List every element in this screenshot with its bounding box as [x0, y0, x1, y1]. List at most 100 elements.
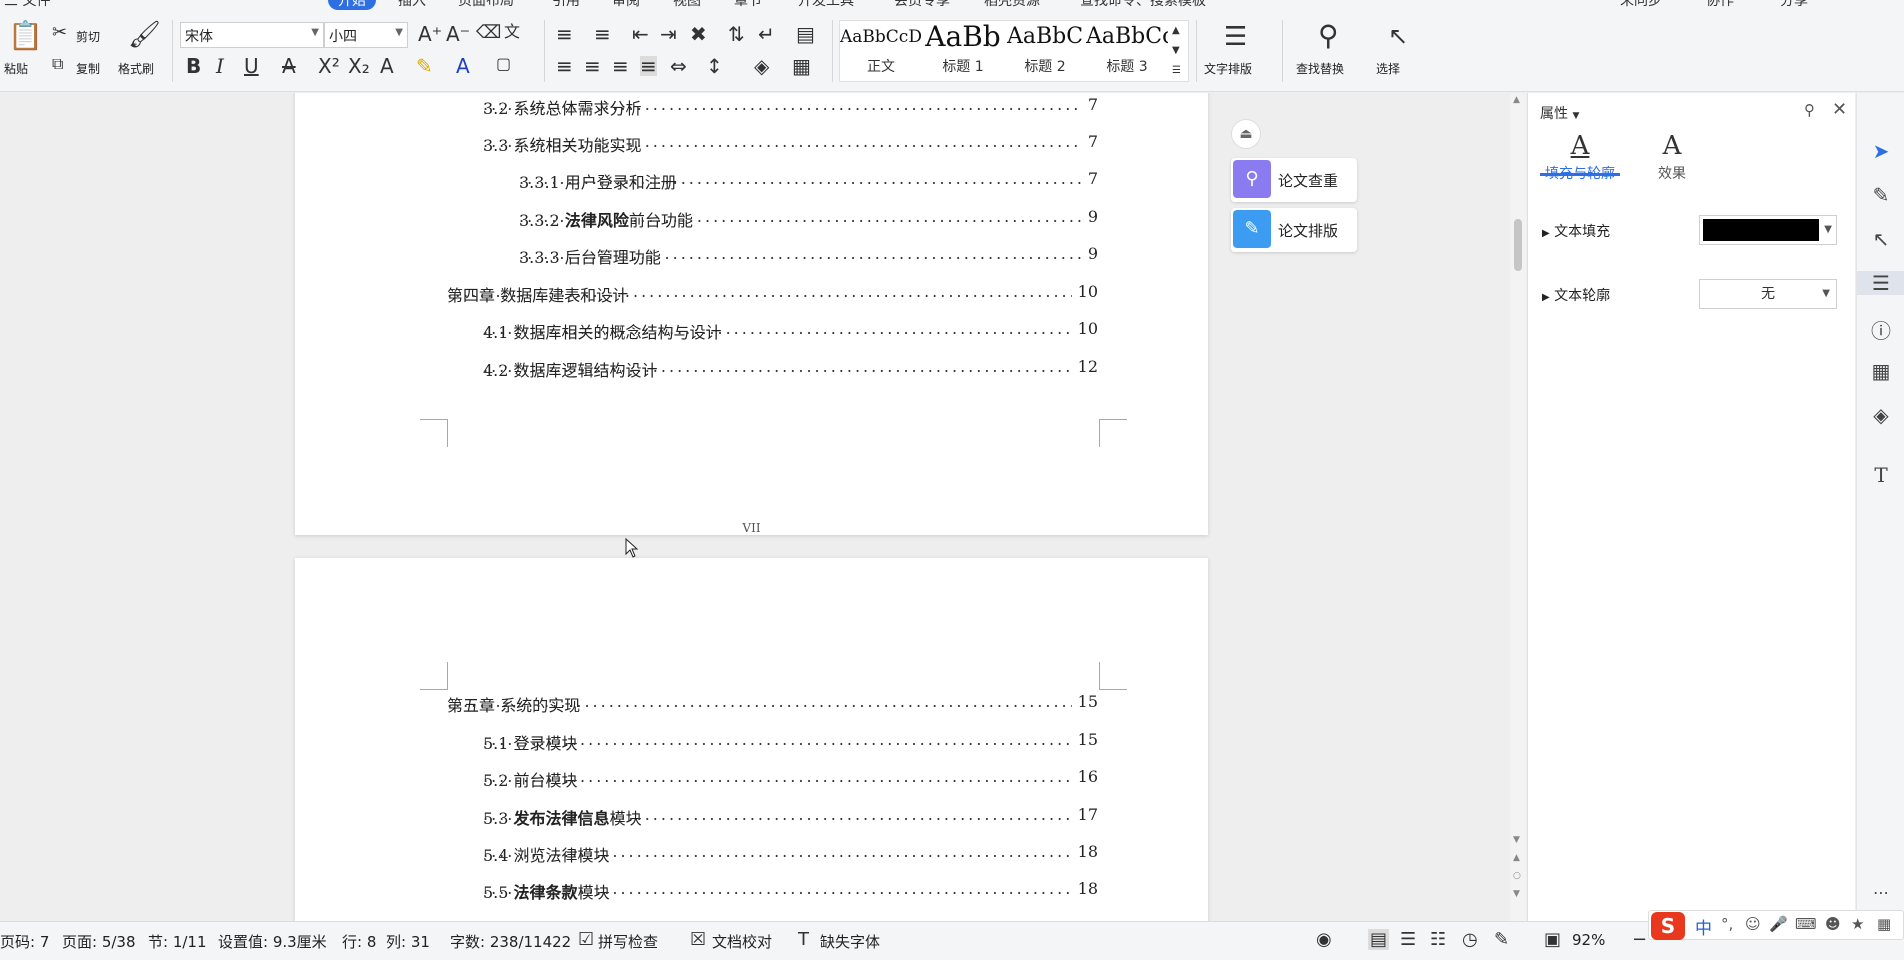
web-view-icon[interactable]: ◷ — [1462, 929, 1478, 950]
pen-icon[interactable]: ✎ — [1857, 183, 1904, 207]
copy-button[interactable]: 复制 — [76, 60, 100, 77]
select-cursor-icon[interactable]: ↖ — [1857, 227, 1904, 251]
paste-button[interactable]: 粘贴 — [4, 60, 28, 77]
more-icon[interactable]: ⋯ — [1857, 883, 1904, 902]
doc-proofread-button[interactable]: 文档校对 — [712, 931, 772, 952]
section-count[interactable]: 节: 1/11 — [148, 931, 207, 952]
pin-icon[interactable]: ⚲ — [1804, 101, 1815, 119]
copy-icon[interactable]: ⧉ — [52, 56, 63, 72]
shading-icon[interactable]: ◈ — [754, 56, 769, 76]
font-family-select[interactable]: 宋体 ▼ — [180, 22, 324, 48]
outline-view-icon[interactable]: ☰ — [1400, 929, 1416, 950]
underline-icon[interactable]: U — [244, 56, 259, 76]
column-number[interactable]: 列: 31 — [386, 931, 430, 952]
distribute-icon[interactable]: ⇔ — [670, 56, 687, 76]
toc-entry[interactable]: 5.1 登录模块 ...............................… — [295, 730, 1208, 754]
chinese-layout-icon[interactable]: ✖ — [690, 24, 707, 44]
user-icon[interactable]: ☻ — [1825, 915, 1841, 933]
toolbox-icon[interactable]: ▦ — [1877, 915, 1891, 933]
skin-icon[interactable]: ★ — [1851, 915, 1864, 933]
page-code[interactable]: 页码: 7 — [0, 931, 49, 952]
toc-entry[interactable]: 5.2 前台模块 ...............................… — [295, 767, 1208, 791]
superscript-icon[interactable]: X² — [318, 56, 340, 76]
read-mode-icon[interactable]: ☷ — [1430, 929, 1446, 950]
sync-status[interactable]: 未同步 — [1620, 0, 1662, 10]
zoom-level[interactable]: 92% — [1572, 931, 1605, 949]
collaborate-button[interactable]: 协作 — [1706, 0, 1734, 10]
format-painter-icon[interactable]: 🖌 — [128, 22, 161, 48]
tab-member[interactable]: 会员专享 — [894, 0, 950, 10]
toc-entry[interactable]: 3.2 系统总体需求分析 ...........................… — [295, 95, 1208, 119]
rocket-icon[interactable]: ➤ — [1857, 139, 1904, 163]
thesis-format-button[interactable]: ✎ 论文排版 — [1231, 208, 1357, 252]
toc-entry[interactable]: 3.3.2 法律风险前台功能 .........................… — [295, 207, 1208, 231]
align-left-icon[interactable]: ≡ — [556, 56, 573, 76]
tab-view[interactable]: 视图 — [673, 0, 701, 10]
vertical-scrollbar[interactable]: ▲ ▼ ▲ ○ ▼ — [1510, 93, 1526, 921]
help-icon[interactable]: ⓘ — [1857, 315, 1904, 344]
tab-developer[interactable]: 开发工具 — [798, 0, 854, 10]
strikethrough-icon[interactable]: A — [282, 56, 296, 76]
share-button[interactable]: 分享 — [1780, 0, 1808, 10]
tab-docer[interactable]: 稻壳资源 — [984, 0, 1040, 10]
fit-page-icon[interactable]: ▣ — [1544, 929, 1561, 950]
row-number[interactable]: 行: 8 — [342, 931, 376, 952]
bold-icon[interactable]: B — [186, 56, 201, 76]
borders-icon[interactable]: ▦ — [792, 56, 811, 76]
decrease-indent-icon[interactable]: ⇤ — [632, 24, 649, 44]
write-mode-icon[interactable]: ✎ — [1494, 929, 1509, 950]
input-method-bar[interactable]: S 中 °, ☺ 🎤 ⌨ ☻ ★ ▦ — [1648, 910, 1904, 940]
text-fill-row[interactable]: ▶ 文本填充 — [1542, 221, 1610, 241]
paste-icon[interactable]: 📋 — [8, 22, 43, 50]
document-page[interactable]: 3.2 系统总体需求分析 ...........................… — [295, 93, 1208, 535]
emoji-icon[interactable]: ☺ — [1745, 915, 1761, 933]
properties-sliders-icon[interactable]: ☰ — [1857, 271, 1904, 295]
next-page-icon[interactable]: ▼ — [1513, 889, 1520, 899]
page-count[interactable]: 页面: 5/38 — [62, 931, 136, 952]
gallery-scroll-down-icon[interactable]: ▼ — [1172, 46, 1180, 56]
missing-font-button[interactable]: 缺失字体 — [820, 931, 880, 952]
command-search[interactable]: 查找命令、搜索模板 — [1080, 0, 1206, 10]
toc-entry[interactable]: 第四章 数据库建表和设计 ...........................… — [295, 282, 1208, 306]
toc-entry[interactable]: 3.3.3 后台管理功能 ...........................… — [295, 244, 1208, 268]
microphone-icon[interactable]: 🎤 — [1769, 915, 1788, 933]
eye-protection-icon[interactable]: ◉ — [1316, 929, 1332, 950]
magnifier-icon[interactable]: ⚲ — [1318, 22, 1339, 50]
shrink-font-icon[interactable]: A⁻ — [446, 24, 470, 44]
tab-review[interactable]: 审阅 — [612, 0, 640, 10]
prev-page-icon[interactable]: ▲ — [1513, 853, 1520, 863]
keyboard-icon[interactable]: ⌨ — [1795, 915, 1817, 933]
ime-language[interactable]: 中 — [1695, 914, 1712, 939]
subscript-icon[interactable]: X₂ — [348, 56, 370, 76]
text-tool-icon[interactable]: T — [1857, 463, 1904, 487]
text-layout-icon[interactable]: ☰ — [1224, 24, 1247, 50]
line-spacing-icon[interactable]: ↕ — [706, 56, 723, 76]
setting-position[interactable]: 设置值: 9.3厘米 — [218, 931, 327, 952]
text-fill-color-picker[interactable]: ▼ — [1699, 215, 1837, 245]
gallery-scroll-up-icon[interactable]: ▲ — [1172, 26, 1180, 36]
text-effect-icon[interactable]: A — [380, 56, 394, 76]
spell-check-button[interactable]: 拼写检查 — [598, 931, 658, 952]
ai-assistant-icon[interactable]: ◈ — [1857, 403, 1904, 427]
page-view-icon[interactable]: ▤ — [1368, 929, 1390, 950]
punctuation-icon[interactable]: °, — [1721, 915, 1733, 933]
text-layout-button[interactable]: 文字排版 — [1204, 60, 1252, 77]
toc-entry[interactable]: 5.4 浏览法律模块 .............................… — [295, 842, 1208, 866]
tab-chapter[interactable]: 章节 — [734, 0, 762, 10]
properties-header[interactable]: 属性 ▼ — [1540, 103, 1579, 123]
word-count[interactable]: 字数: 238/11422 — [450, 931, 571, 952]
justify-icon[interactable]: ≡ — [640, 56, 657, 76]
highlight-icon[interactable]: ✎ — [416, 56, 433, 76]
toc-entry[interactable]: 5.5 法律条款模块 .............................… — [295, 879, 1208, 903]
gallery-more-icon[interactable]: ☰ — [1172, 66, 1181, 76]
tab-effects[interactable]: A 效果 — [1632, 131, 1712, 183]
image-translate-icon[interactable]: ▦ — [1857, 359, 1904, 383]
scissors-icon[interactable]: ✂ — [52, 24, 67, 42]
font-size-select[interactable]: 小四 ▼ — [324, 22, 408, 48]
tab-stops-icon[interactable]: ▤ — [796, 24, 815, 44]
document-page[interactable]: 第五章 系统的实现 ..............................… — [295, 558, 1208, 921]
style-heading-1[interactable]: AaBb 标题 1 — [922, 20, 1004, 80]
style-normal[interactable]: AaBbCcDd 正文 — [840, 20, 922, 80]
scroll-down-icon[interactable]: ▼ — [1513, 835, 1520, 845]
bullet-list-icon[interactable]: ≡ — [556, 24, 573, 44]
